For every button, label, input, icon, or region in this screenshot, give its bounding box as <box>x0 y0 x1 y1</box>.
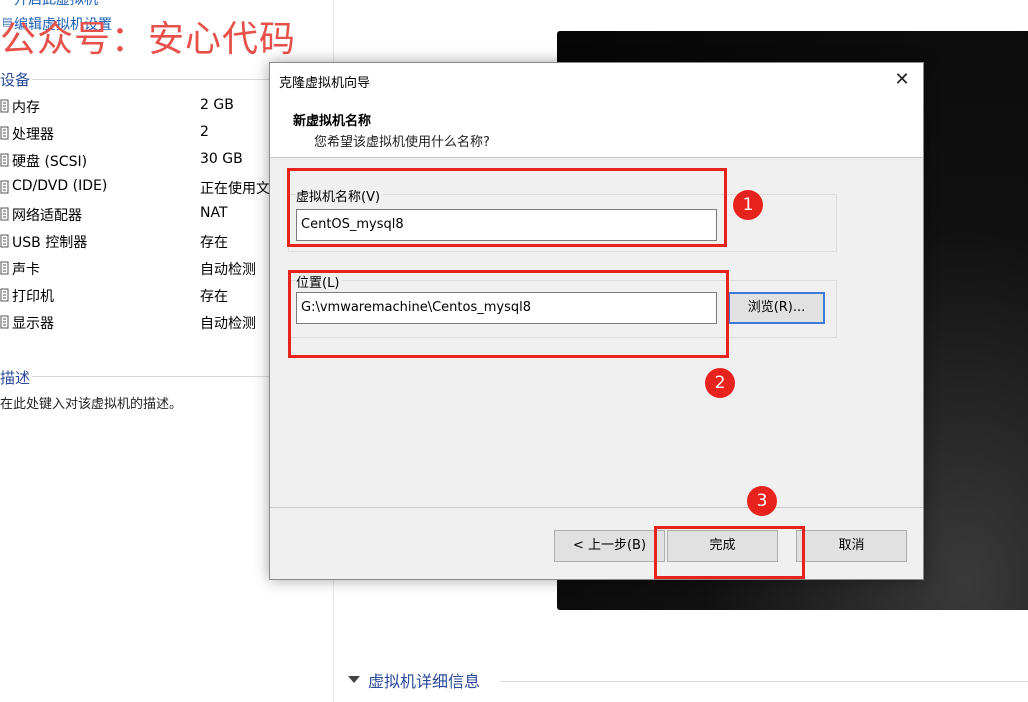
usb-icon <box>0 234 9 248</box>
display-icon <box>0 315 9 329</box>
sound-icon <box>0 261 9 275</box>
collapse-arrow-icon[interactable] <box>348 676 360 683</box>
device-name: 内存 <box>12 100 40 116</box>
device-value: 自动检测 <box>200 316 256 332</box>
devices-section-title: 设备 <box>0 71 31 89</box>
device-value: 30 GB <box>200 151 243 167</box>
wizard-step-subtitle: 您希望该虚拟机使用什么名称? <box>314 135 490 150</box>
annotation-box-location <box>288 270 729 358</box>
device-name: 处理器 <box>12 127 54 143</box>
dialog-titlebar[interactable]: 克隆虚拟机向导 ✕ <box>270 63 923 98</box>
power-on-link[interactable]: 开启此虚拟机 <box>14 0 98 9</box>
vm-details-divider <box>500 681 1028 682</box>
watermark-text: 公众号：安心代码 <box>0 19 297 60</box>
annotation-badge-2: 2 <box>705 368 735 398</box>
device-name: 网络适配器 <box>12 208 82 224</box>
description-section-title: 描述 <box>0 369 31 387</box>
device-value: 正在使用文 <box>200 181 270 197</box>
device-name: CD/DVD (IDE) <box>12 178 108 194</box>
device-value: 自动检测 <box>200 262 256 278</box>
device-name: 硬盘 (SCSI) <box>12 154 88 170</box>
annotation-box-name <box>287 168 727 247</box>
annotation-badge-1: 1 <box>733 190 763 220</box>
disk-icon <box>0 153 9 167</box>
device-value: 存在 <box>200 235 228 251</box>
browse-button[interactable]: 浏览(R)... <box>728 292 825 324</box>
device-name: 声卡 <box>12 262 40 278</box>
back-button[interactable]: < 上一步(B) <box>554 530 665 562</box>
vm-details-title[interactable]: 虚拟机详细信息 <box>368 668 480 692</box>
device-name: 显示器 <box>12 316 54 332</box>
network-icon <box>0 207 9 221</box>
description-placeholder[interactable]: 在此处键入对该虚拟机的描述。 <box>0 393 182 412</box>
wizard-step-title: 新虚拟机名称 <box>293 114 372 129</box>
cancel-button[interactable]: 取消 <box>796 530 907 562</box>
printer-icon <box>0 288 9 302</box>
device-value: 2 GB <box>200 97 234 113</box>
device-name: 打印机 <box>12 289 54 305</box>
dialog-footer-divider <box>270 507 923 508</box>
device-value: 存在 <box>200 289 228 305</box>
cd-icon <box>0 180 9 194</box>
memory-icon <box>0 99 9 113</box>
annotation-box-finish <box>654 526 805 579</box>
dialog-title: 克隆虚拟机向导 <box>279 76 371 91</box>
close-icon[interactable]: ✕ <box>890 68 914 92</box>
device-value: 2 <box>200 124 209 140</box>
device-value: NAT <box>200 205 228 221</box>
wizard-header: 新虚拟机名称 您希望该虚拟机使用什么名称? <box>270 98 923 158</box>
device-name: USB 控制器 <box>12 235 88 251</box>
annotation-badge-3: 3 <box>747 486 777 516</box>
cpu-icon <box>0 126 9 140</box>
